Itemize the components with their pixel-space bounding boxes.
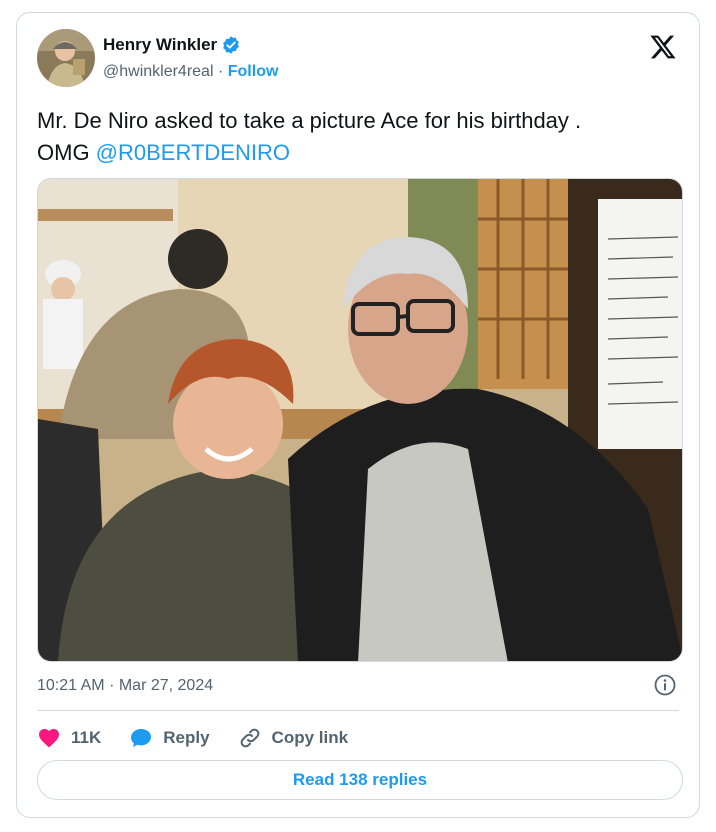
action-bar: 11K Reply Copy link (37, 723, 376, 753)
tweet-card: Henry Winkler @hwinkler4real · Follow Mr… (16, 12, 700, 818)
link-icon (240, 728, 259, 748)
reply-bubble-icon (131, 729, 152, 747)
tweet-timestamp[interactable]: 10:21 AM · Mar 27, 2024 (37, 677, 213, 695)
copy-link-label: Copy link (271, 728, 349, 747)
handle-separator: · (217, 63, 224, 80)
heart-icon (39, 729, 59, 748)
reply-button[interactable]: Reply (129, 726, 210, 750)
like-count: 11K (71, 728, 102, 747)
tweet-date[interactable]: Mar 27, 2024 (119, 677, 213, 694)
copy-link-button[interactable]: Copy link (238, 726, 349, 750)
author-name-row[interactable]: Henry Winkler (103, 35, 241, 55)
tweet-text: Mr. De Niro asked to take a picture Ace … (37, 105, 677, 169)
verified-badge-icon (221, 35, 241, 55)
author-name[interactable]: Henry Winkler (103, 35, 217, 55)
info-icon[interactable] (653, 673, 677, 697)
mention-link[interactable]: @R0BERTDENIRO (96, 140, 290, 165)
reply-label: Reply (163, 728, 210, 747)
tweet-text-line1: Mr. De Niro asked to take a picture Ace … (37, 108, 582, 133)
author-handle[interactable]: @hwinkler4real (103, 63, 214, 80)
handle-row: @hwinkler4real · Follow (103, 63, 278, 81)
avatar[interactable] (37, 29, 95, 87)
tweet-text-prefix: OMG (37, 140, 96, 165)
read-replies-button[interactable]: Read 138 replies (37, 760, 683, 800)
like-button[interactable]: 11K (37, 726, 101, 750)
tweet-photo[interactable] (37, 178, 683, 662)
x-logo-icon[interactable] (649, 33, 677, 61)
tweet-time[interactable]: 10:21 AM (37, 677, 105, 694)
tweet-text-line2: OMG @R0BERTDENIRO (37, 137, 677, 169)
divider (37, 710, 679, 711)
timestamp-separator: · (109, 677, 115, 694)
follow-button[interactable]: Follow (228, 63, 279, 80)
